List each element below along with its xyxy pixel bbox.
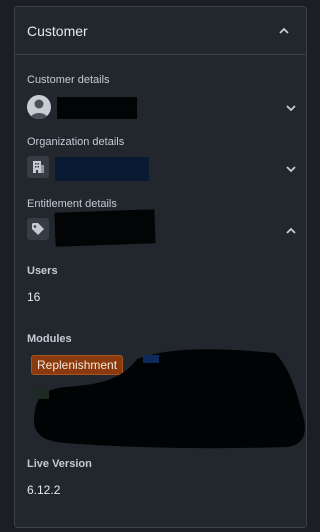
- entitlement-details-row[interactable]: [27, 209, 299, 247]
- live-version-value: 6.12.2: [27, 483, 61, 497]
- organization-details-row[interactable]: [27, 155, 297, 183]
- building-icon: [27, 156, 49, 178]
- customer-details-label: Customer details: [27, 74, 110, 86]
- redacted-modules: [34, 349, 305, 449]
- customer-panel-header[interactable]: Customer: [15, 7, 306, 55]
- customer-details-row[interactable]: [27, 94, 297, 122]
- tag-icon: [27, 218, 49, 240]
- modules-label: Modules: [27, 333, 72, 345]
- entitlement-details-label: Entitlement details: [27, 198, 117, 210]
- users-value: 16: [27, 290, 41, 304]
- user-avatar-icon: [27, 95, 51, 119]
- redacted-entitlement-name: [54, 209, 156, 247]
- redacted-organization-name: [55, 157, 149, 181]
- chevron-down-icon[interactable]: [283, 161, 299, 177]
- panel-title: Customer: [27, 23, 88, 39]
- live-version-label: Live Version: [27, 458, 92, 470]
- chevron-up-icon[interactable]: [283, 223, 299, 239]
- chevron-up-icon[interactable]: [276, 23, 292, 39]
- redacted-customer-name: [57, 97, 137, 119]
- customer-panel: Customer Customer details Organization d…: [14, 6, 307, 528]
- organization-details-label: Organization details: [27, 136, 125, 148]
- users-label: Users: [27, 265, 58, 277]
- chevron-down-icon[interactable]: [283, 100, 299, 116]
